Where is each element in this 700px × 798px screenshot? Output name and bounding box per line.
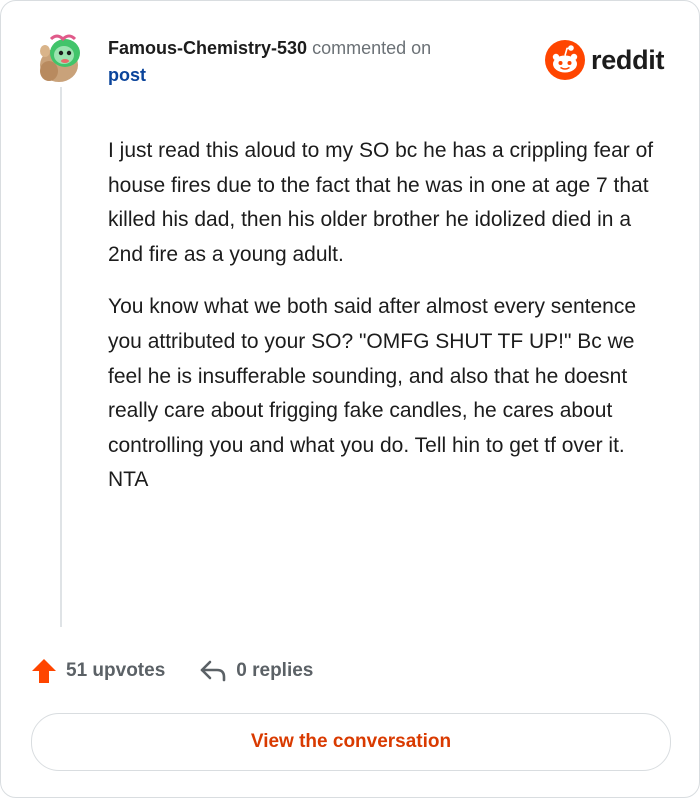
upvote-arrow-icon xyxy=(32,659,56,683)
avatar-icon xyxy=(40,34,80,82)
upvote-button[interactable]: 51 upvotes xyxy=(31,658,165,684)
reddit-logo-icon xyxy=(545,40,585,80)
comment-header: Famous-Chemistry-530 commented on post xyxy=(108,34,528,89)
comment-card: Famous-Chemistry-530 commented on post r… xyxy=(0,0,700,798)
view-conversation-button[interactable]: View the conversation xyxy=(31,713,671,771)
comment-body: I just read this aloud to my SO bc he ha… xyxy=(108,134,668,516)
comment-paragraph: I just read this aloud to my SO bc he ha… xyxy=(108,139,654,266)
comment-action-text: commented on xyxy=(312,38,432,58)
upvote-count: 51 upvotes xyxy=(66,660,166,681)
user-avatar[interactable] xyxy=(35,31,87,85)
reply-arrow-icon xyxy=(200,660,226,682)
replies-button[interactable]: 0 replies xyxy=(199,659,313,683)
comment-paragraph: You know what we both said after almost … xyxy=(108,295,637,492)
comment-actions: 51 upvotes 0 replies xyxy=(31,653,313,689)
reddit-wordmark: reddit xyxy=(591,44,665,75)
post-link[interactable]: post xyxy=(108,61,528,89)
username[interactable]: Famous-Chemistry-530 xyxy=(108,38,307,58)
thread-line xyxy=(60,87,62,627)
view-conversation-label: View the conversation xyxy=(250,731,452,752)
replies-count: 0 replies xyxy=(236,660,314,681)
reddit-brand[interactable]: reddit xyxy=(545,40,665,80)
